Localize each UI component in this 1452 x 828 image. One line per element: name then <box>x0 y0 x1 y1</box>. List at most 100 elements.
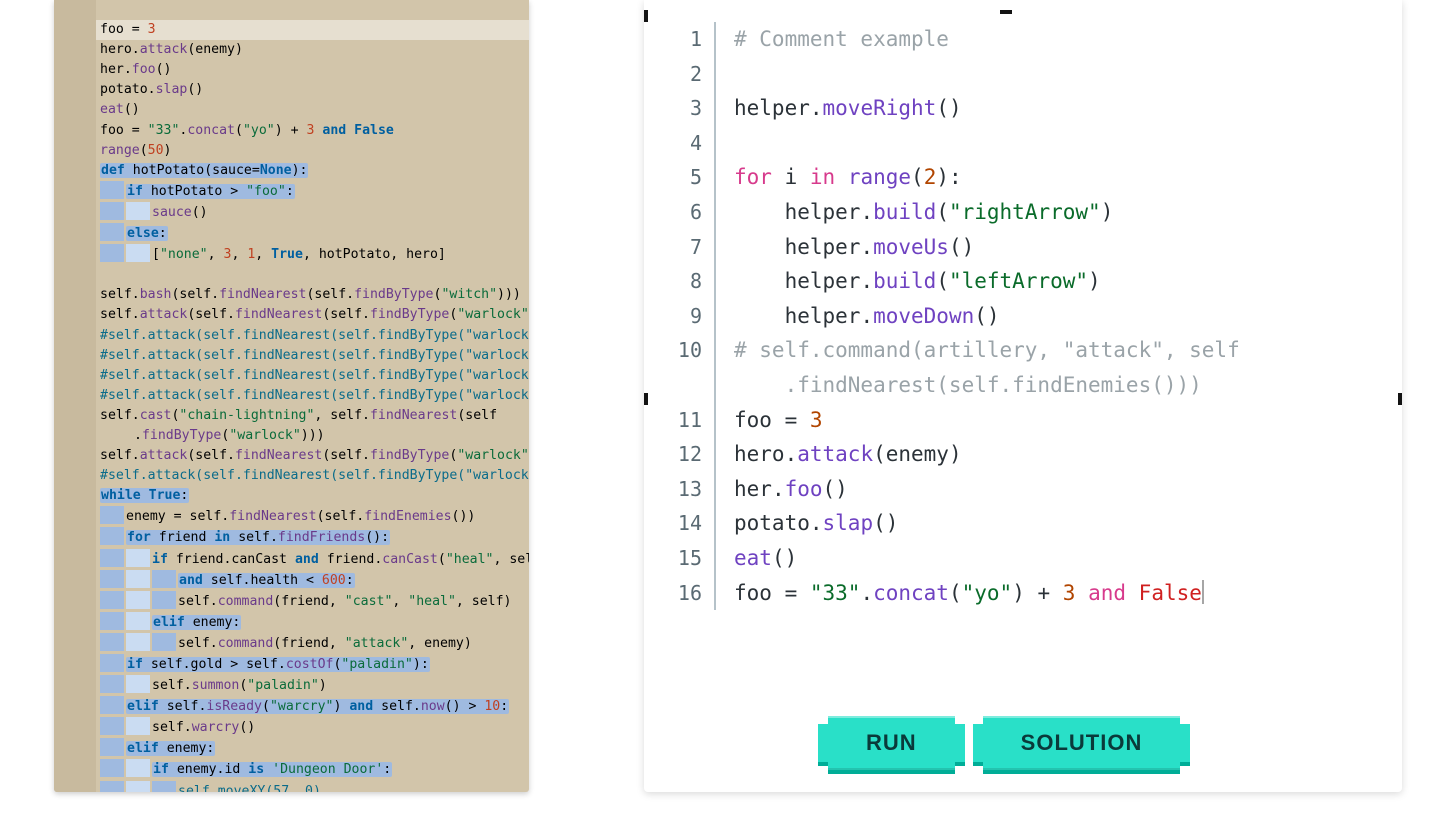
code-content: self.warcry() <box>96 717 255 738</box>
solution-button[interactable]: SOLUTION <box>983 716 1181 770</box>
right-code-line[interactable]: 7 helper.moveUs() <box>644 230 1402 265</box>
left-code-line[interactable]: 46self.warcry() <box>54 717 529 738</box>
left-code-line[interactable]: 25["none", 3, 1, True, hotPotato, hero] <box>54 244 529 265</box>
code-content: self.attack(self.findNearest(self.findBy… <box>96 446 529 466</box>
right-code-line[interactable]: 9 helper.moveDown() <box>644 299 1402 334</box>
line-number: 16 <box>644 576 716 611</box>
left-code-line[interactable]: 32#self.attack(self.findNearest(self.fin… <box>54 386 529 406</box>
left-code-line[interactable]: 19foo = "33".concat("yo") + 3 and False <box>54 121 529 141</box>
left-code-line[interactable]: 45elif self.isReady("warcry") and self.n… <box>54 696 529 717</box>
left-code-line[interactable]: and self.health < 600: <box>54 570 529 591</box>
code-content: foo = 3 <box>716 403 823 438</box>
text-cursor <box>1202 580 1204 604</box>
code-content: self.cast("chain-lightning", self.findNe… <box>96 406 497 426</box>
left-code-line[interactable]: 27self.bash(self.findNearest(self.findBy… <box>54 285 529 305</box>
left-code-line[interactable]: 17potato.slap() <box>54 80 529 100</box>
left-code-line[interactable]: 26 <box>54 265 529 285</box>
edge-tick <box>644 10 648 22</box>
code-content: .findNearest(self.findEnemies())) <box>716 368 1202 403</box>
left-code-line[interactable]: 30#self.attack(self.findNearest(self.fin… <box>54 346 529 366</box>
code-content: helper.moveRight() <box>716 91 962 126</box>
right-code-line[interactable]: 3helper.moveRight() <box>644 91 1402 126</box>
left-code-line[interactable]: 37enemy = self.findNearest(self.findEnem… <box>54 506 529 527</box>
right-code-line[interactable]: 6 helper.build("rightArrow") <box>644 195 1402 230</box>
right-code-line[interactable]: 5for i in range(2): <box>644 160 1402 195</box>
left-code-line[interactable]: 40self.command(friend, "cast", "heal", s… <box>54 591 529 612</box>
left-code-line[interactable]: 33self.cast("chain-lightning", self.find… <box>54 406 529 426</box>
line-number: 15 <box>644 541 716 576</box>
code-content: foo = "33".concat("yo") + 3 and False <box>96 121 394 141</box>
left-code-line[interactable]: 14foo = 3 <box>54 20 529 40</box>
code-content: #self.attack(self.findNearest(self.findB… <box>96 326 529 346</box>
code-content: her.foo() <box>716 472 848 507</box>
left-code-line[interactable]: 44self.summon("paladin") <box>54 675 529 696</box>
line-number: 14 <box>644 506 716 541</box>
code-content: if hotPotato > "foo": <box>96 181 295 202</box>
code-content: helper.build("leftArrow") <box>716 264 1101 299</box>
left-code-line[interactable]: 28self.attack(self.findNearest(self.find… <box>54 305 529 325</box>
left-code-line[interactable]: 29#self.attack(self.findNearest(self.fin… <box>54 326 529 346</box>
right-editor[interactable]: 1# Comment example23helper.moveRight()45… <box>644 0 1402 792</box>
right-code-line[interactable]: 16foo = "33".concat("yo") + 3 and False <box>644 576 1402 611</box>
left-code-line[interactable]: 18eat() <box>54 100 529 120</box>
edge-tick <box>1398 393 1402 405</box>
right-code-line[interactable]: 1# Comment example <box>644 22 1402 57</box>
code-content: her.foo() <box>96 60 171 80</box>
line-number <box>644 368 716 403</box>
right-code-line[interactable]: 12hero.attack(enemy) <box>644 437 1402 472</box>
code-content: self.summon("paladin") <box>96 675 327 696</box>
right-code-line[interactable]: 11foo = 3 <box>644 403 1402 438</box>
code-content <box>716 126 734 161</box>
code-content: # Comment example <box>716 22 949 57</box>
line-number: 12 <box>644 437 716 472</box>
right-code-line[interactable]: 14potato.slap() <box>644 506 1402 541</box>
left-code-line[interactable]: 43if self.gold > self.costOf("paladin"): <box>54 654 529 675</box>
left-code-line[interactable]: 38for friend in self.findFriends(): <box>54 527 529 548</box>
left-code-line[interactable]: 36while True: <box>54 486 529 506</box>
left-code-line[interactable]: 41elif enemy: <box>54 612 529 633</box>
left-code-line[interactable]: 23sauce() <box>54 202 529 223</box>
left-code-line[interactable]: 22if hotPotato > "foo": <box>54 181 529 202</box>
edge-tick <box>1000 10 1012 14</box>
code-content <box>716 57 734 92</box>
right-code-line[interactable]: 10# self.command(artillery, "attack", se… <box>644 333 1402 368</box>
left-code-line[interactable]: 42self.command(friend, "attack", enemy) <box>54 633 529 654</box>
code-content: range(50) <box>96 141 172 161</box>
left-code-line[interactable]: self moveXY(57 0) <box>54 781 529 792</box>
code-content: while True: <box>96 486 189 506</box>
code-content: foo = "33".concat("yo") + 3 and False <box>716 576 1204 611</box>
line-number: 3 <box>644 91 716 126</box>
left-code-line[interactable]: 24else: <box>54 223 529 244</box>
line-number: 5 <box>644 160 716 195</box>
left-code-line[interactable]: .findByType("warlock"))) <box>54 426 529 446</box>
left-code-line[interactable]: 21def hotPotato(sauce=None): <box>54 161 529 181</box>
code-content: ["none", 3, 1, True, hotPotato, hero] <box>96 244 446 265</box>
left-code-line[interactable]: 48if enemy.id is 'Dungeon Door': <box>54 759 529 780</box>
code-content: else: <box>96 223 168 244</box>
right-code-line[interactable]: .findNearest(self.findEnemies())) <box>644 368 1402 403</box>
left-code-line[interactable]: 15hero.attack(enemy) <box>54 40 529 60</box>
code-content: foo = 3 <box>96 20 156 40</box>
left-editor[interactable]: 1314foo = 315hero.attack(enemy)16her.foo… <box>54 0 529 792</box>
code-content: if friend.canCast and friend.canCast("he… <box>96 549 529 570</box>
right-code-line[interactable]: 15eat() <box>644 541 1402 576</box>
left-code-line[interactable]: 39if friend.canCast and friend.canCast("… <box>54 549 529 570</box>
left-code-line[interactable]: 47elif enemy: <box>54 738 529 759</box>
code-content: if self.gold > self.costOf("paladin"): <box>96 654 430 675</box>
right-code-line[interactable]: 13her.foo() <box>644 472 1402 507</box>
left-code-line[interactable]: 13 <box>54 0 529 20</box>
code-content: self.command(friend, "cast", "heal", sel… <box>96 591 512 612</box>
right-code-line[interactable]: 4 <box>644 126 1402 161</box>
left-code-line[interactable]: 34self.attack(self.findNearest(self.find… <box>54 446 529 466</box>
code-content: potato.slap() <box>716 506 898 541</box>
left-code-line[interactable]: 35#self.attack(self.findNearest(self.fin… <box>54 466 529 486</box>
right-code-line[interactable]: 8 helper.build("leftArrow") <box>644 264 1402 299</box>
right-code-line[interactable]: 2 <box>644 57 1402 92</box>
line-number: 4 <box>644 126 716 161</box>
left-code-line[interactable]: 31#self.attack(self.findNearest(self.fin… <box>54 366 529 386</box>
line-number: 2 <box>644 57 716 92</box>
left-code-line[interactable]: 16her.foo() <box>54 60 529 80</box>
code-content: self.command(friend, "attack", enemy) <box>96 633 472 654</box>
run-button[interactable]: RUN <box>828 716 955 770</box>
left-code-line[interactable]: 20range(50) <box>54 141 529 161</box>
